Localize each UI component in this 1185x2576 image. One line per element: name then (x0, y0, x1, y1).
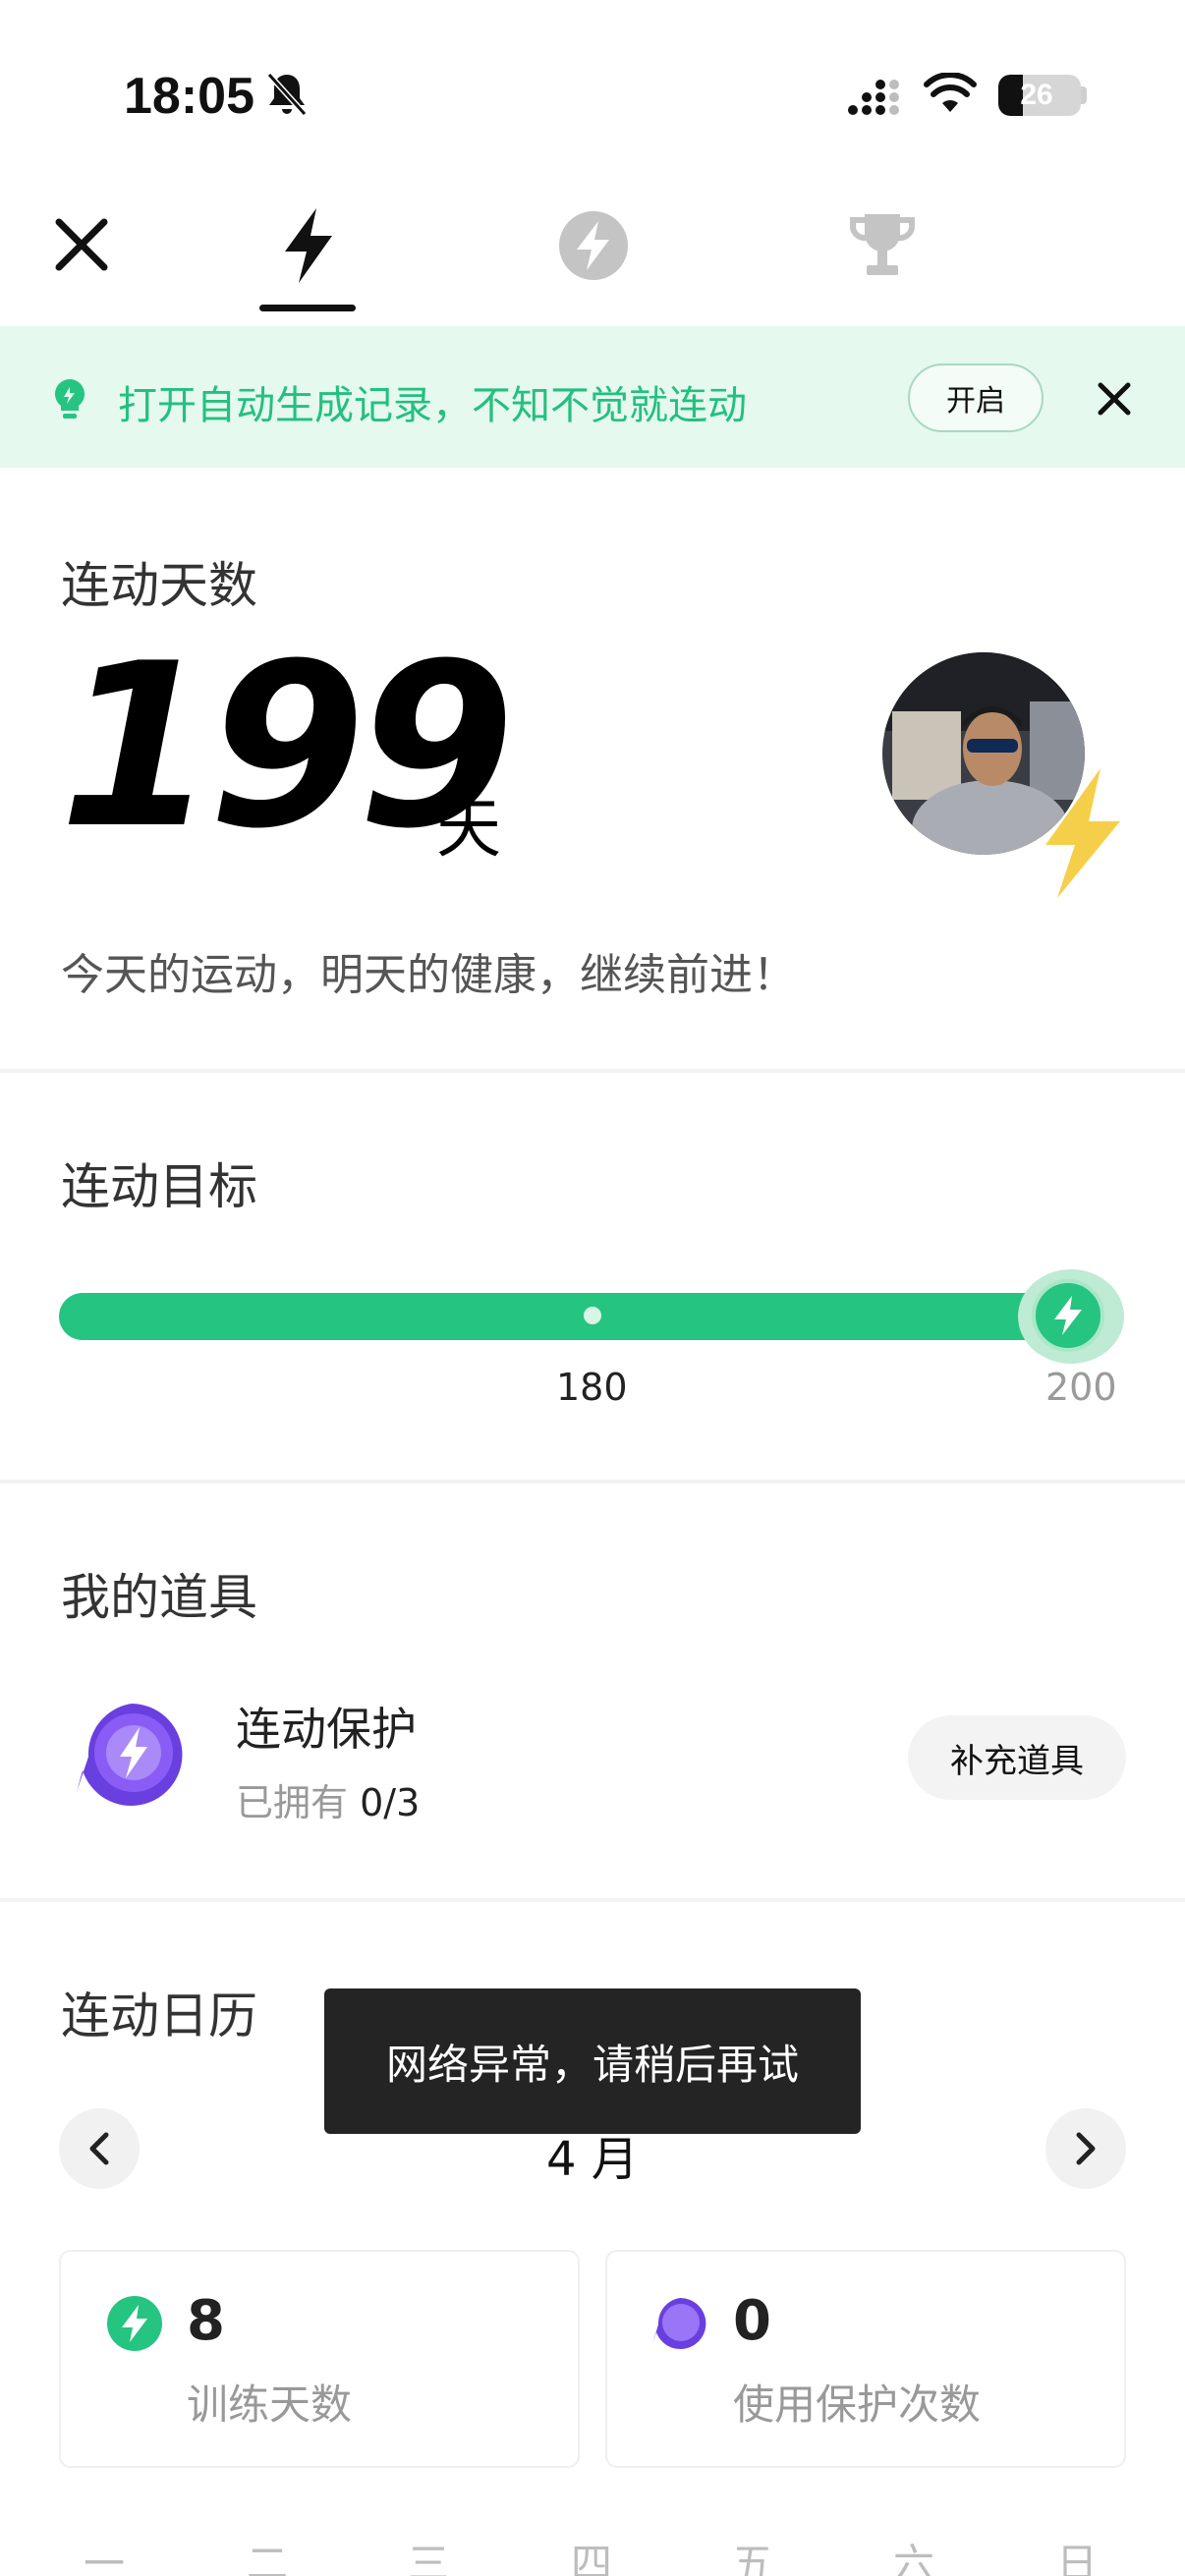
training-days-value: 8 (187, 2289, 225, 2353)
goal-milestone-label: 180 (556, 1366, 628, 1409)
goal-thumb (1032, 1279, 1104, 1352)
active-tab-indicator (259, 305, 356, 311)
streak-motto: 今天的运动，明天的健康，继续前进！ (61, 950, 796, 1000)
prop-owned-prefix: 已拥有 (236, 1781, 349, 1824)
prop-owned: 已拥有 0/3 (236, 1772, 420, 1826)
weekday-label: 二 (246, 2540, 288, 2576)
bell-off-icon (266, 72, 308, 117)
weekday-label: 一 (83, 2540, 125, 2576)
lightning-badge-icon (1045, 768, 1120, 898)
weekday-label: 六 (892, 2540, 934, 2576)
banner-text: 打开自动生成记录，不知不觉就连动 (118, 383, 747, 428)
weekday-label: 三 (407, 2540, 449, 2576)
prop-owned-count: 0/3 (360, 1781, 421, 1824)
calendar-label: 连动日历 (61, 1988, 257, 2044)
refill-props-button[interactable]: 补充道具 (908, 1715, 1126, 1800)
battery-cap (1081, 86, 1087, 104)
close-icon[interactable] (53, 216, 110, 273)
lightning-icon (1054, 1296, 1082, 1335)
shield-lightning-icon (77, 1704, 183, 1806)
tab-streak[interactable] (250, 187, 367, 305)
prev-month-button[interactable] (59, 2108, 140, 2189)
battery-icon: 26 (998, 75, 1081, 116)
signal-icon (848, 80, 899, 115)
protection-uses-card (605, 2250, 1126, 2468)
chevron-left-icon (89, 2132, 109, 2165)
chevron-right-icon (1076, 2132, 1096, 2165)
shield-icon (652, 2297, 706, 2349)
training-days-label: 训练天数 (187, 2380, 353, 2429)
lightning-circle-icon (559, 211, 628, 280)
next-month-button[interactable] (1045, 2108, 1126, 2189)
streak-days-unit: 天 (436, 791, 501, 867)
weekday-label: 四 (570, 2540, 612, 2576)
goal-progress-bar (59, 1293, 1071, 1340)
section-divider (0, 1480, 1185, 1484)
tab-trophy[interactable] (823, 187, 941, 305)
lightning-icon (285, 208, 332, 283)
banner-close-icon[interactable] (1097, 381, 1132, 417)
prop-name: 连动保护 (236, 1703, 417, 1756)
lightbulb-icon (55, 379, 85, 419)
props-label: 我的道具 (61, 1569, 257, 1626)
training-days-card (59, 2250, 580, 2468)
goal-target-label: 200 (1045, 1366, 1117, 1409)
tab-energy[interactable] (535, 187, 652, 305)
section-divider (0, 1898, 1185, 1902)
protection-uses-value: 0 (733, 2289, 771, 2353)
network-error-toast: 网络异常，请稍后再试 (324, 1988, 861, 2134)
status-time: 18:05 (124, 68, 254, 125)
battery-level: 26 (1020, 79, 1053, 111)
banner-enable-button[interactable]: 开启 (908, 364, 1044, 432)
weekday-label: 五 (731, 2540, 773, 2576)
section-divider (0, 1069, 1185, 1073)
streak-days-label: 连动天数 (61, 557, 257, 614)
goal-milestone-dot (584, 1307, 601, 1324)
weekday-label: 日 (1055, 2540, 1098, 2576)
trophy-icon (849, 214, 916, 275)
goal-label: 连动目标 (61, 1158, 257, 1215)
wifi-icon (924, 73, 977, 112)
lightning-circle-icon (107, 2296, 162, 2351)
protection-uses-label: 使用保护次数 (733, 2380, 982, 2429)
